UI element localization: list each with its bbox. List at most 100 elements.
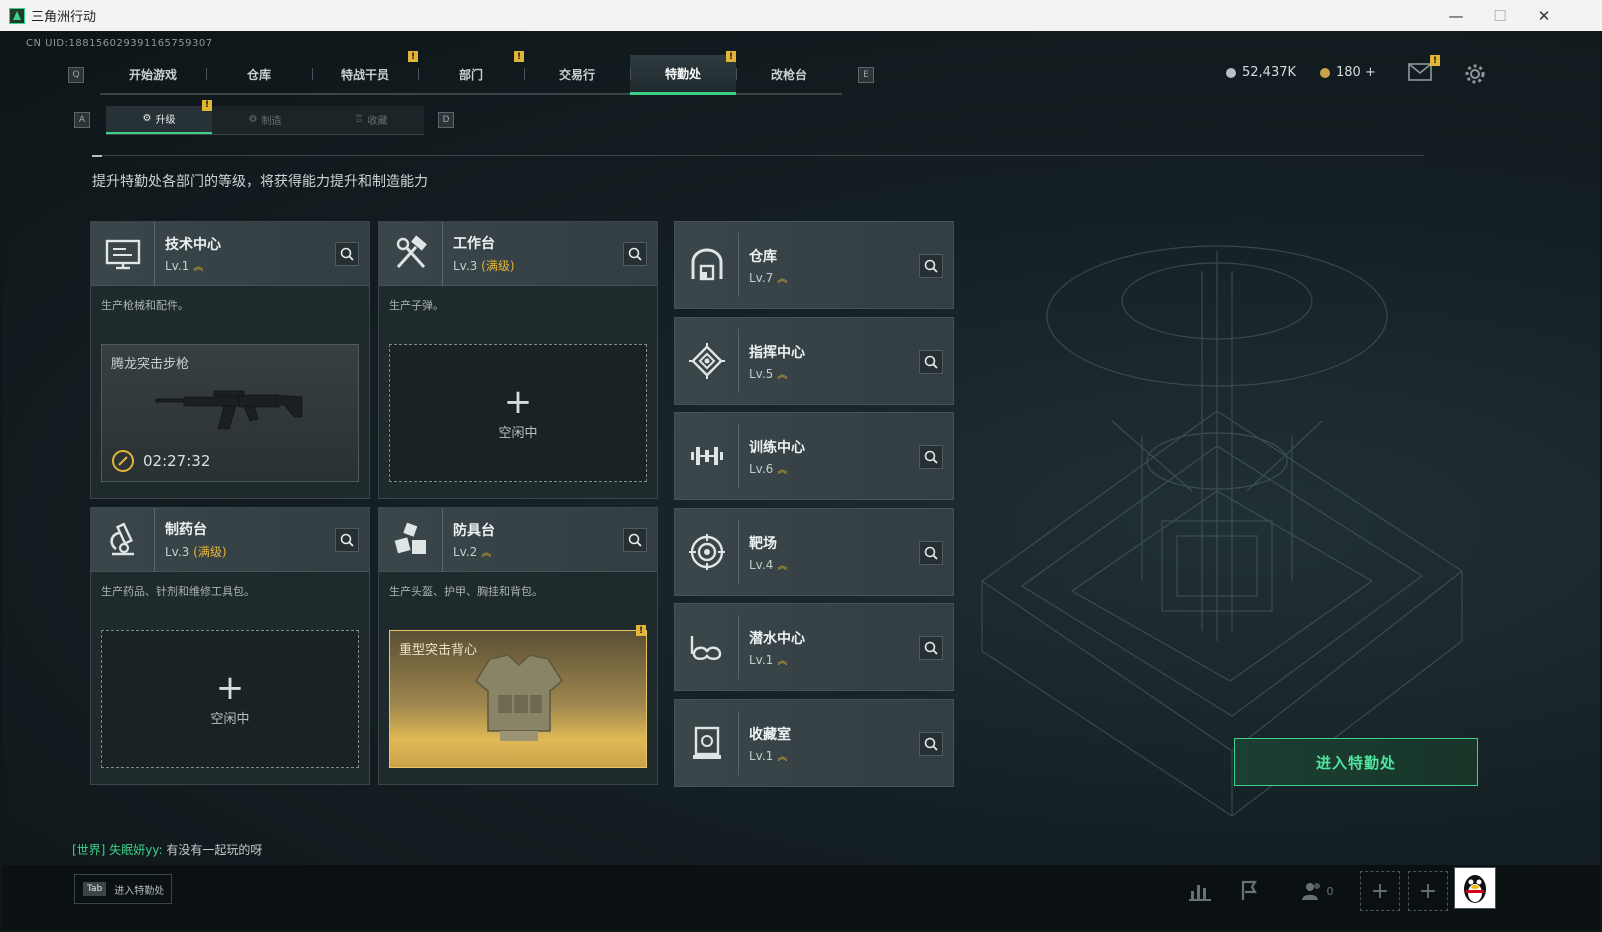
inspect-button[interactable]	[919, 445, 943, 469]
inspect-button[interactable]	[623, 528, 647, 552]
window-title: 三角洲行动	[31, 10, 97, 25]
maximize-button[interactable]: ☐	[1477, 0, 1523, 31]
flag-icon	[1241, 880, 1257, 900]
close-button[interactable]: ✕	[1521, 0, 1567, 31]
production-slot[interactable]: 腾龙突击步枪 02:27:32	[101, 344, 359, 482]
inspect-button[interactable]	[919, 254, 943, 278]
production-slot-empty[interactable]: + 空闲中	[389, 344, 647, 482]
facility-level: Lv.1 ︽	[749, 748, 791, 763]
alert-badge: !	[726, 51, 736, 62]
settings-button[interactable]	[1464, 63, 1486, 85]
upgrade-chevron-icon: ︽	[777, 273, 788, 285]
workshop-desc: 生产头盔、护甲、胸挂和背包。	[389, 585, 543, 598]
base-blueprint-illustration	[980, 245, 1464, 817]
slot-item-name: 腾龙突击步枪	[111, 357, 190, 372]
workshop-level: Lv.2 ︽	[453, 544, 495, 559]
facility-name: 训练中心	[749, 439, 805, 456]
inspect-button[interactable]	[919, 636, 943, 660]
sub-nav-tabs: ⚙ 升级! ⚙ 制造 ♖ 收藏	[106, 99, 424, 135]
facility-level: Lv.4 ︽	[749, 557, 787, 572]
inspect-button[interactable]	[623, 242, 647, 266]
tab-special-ops[interactable]: 特勤处!	[630, 51, 736, 95]
enter-special-ops-button[interactable]: 进入特勤处	[1234, 738, 1478, 786]
workshop-card-armor-bench[interactable]: 防具台 Lv.2 ︽ 生产头盔、护甲、胸挂和背包。 重型突击背心 !	[378, 507, 658, 785]
search-icon	[924, 450, 938, 464]
nav-prev-key: Q	[68, 67, 84, 83]
card-header: 技术中心 Lv.1 ︽	[91, 221, 369, 286]
alert-badge: !	[408, 51, 418, 62]
stats-button[interactable]	[1182, 873, 1218, 909]
window-titlebar: 三角洲行动 — ☐ ✕	[0, 0, 1602, 31]
facility-diving-center[interactable]: 潜水中心 Lv.1 ︽	[674, 603, 954, 691]
inspect-button[interactable]	[919, 350, 943, 374]
tab-gunsmith[interactable]: 改枪台	[736, 55, 842, 93]
mail-button[interactable]: !	[1408, 55, 1440, 81]
production-slot-empty[interactable]: + 空闲中	[101, 630, 359, 768]
plus-icon: +	[1418, 878, 1438, 904]
facility-level: Lv.1 ︽	[749, 652, 805, 667]
upgrade-chevron-icon: ︽	[777, 560, 788, 572]
facility-training-center[interactable]: 训练中心 Lv.6 ︽	[674, 412, 954, 500]
upgrade-chevron-icon: ︽	[481, 548, 492, 559]
subtab-label: 制造	[261, 116, 282, 127]
workshop-desc: 生产子弹。	[389, 299, 444, 312]
qq-penguin-icon	[1464, 875, 1486, 903]
inspect-button[interactable]	[335, 242, 359, 266]
coin-icon	[1226, 67, 1236, 78]
tools-icon	[379, 221, 443, 286]
facility-warehouse[interactable]: 仓库 Lv.7 ︽	[674, 221, 954, 309]
level-value: Lv.2	[453, 545, 478, 559]
level-value: Lv.3	[453, 259, 478, 273]
coin-balance[interactable]: 52,437K	[1226, 65, 1296, 80]
tab-key: Tab	[83, 882, 107, 896]
inspect-button[interactable]	[919, 541, 943, 565]
command-icon	[675, 329, 739, 393]
tab-shortcut-hint[interactable]: Tab 进入特勤处	[74, 874, 172, 904]
chat-text: 有没有一起玩的呀	[166, 843, 263, 857]
team-flag-button[interactable]	[1232, 873, 1268, 909]
facility-level: Lv.5 ︽	[749, 366, 805, 381]
search-icon	[628, 533, 642, 547]
facility-command-center[interactable]: 指挥中心 Lv.5 ︽	[674, 317, 954, 405]
add-slot-button[interactable]: +	[1408, 871, 1448, 911]
tab-warehouse[interactable]: 仓库	[206, 55, 312, 93]
search-icon	[628, 247, 642, 261]
chat-message[interactable]: [世界] 失眠妍yy: 有没有一起玩的呀	[72, 841, 262, 858]
tab-department[interactable]: 部门!	[418, 51, 524, 93]
subtab-craft[interactable]: ⚙ 制造	[212, 106, 318, 134]
workshop-card-tech-center[interactable]: 技术中心 Lv.1 ︽ 生产枪械和配件。 腾龙突击步枪 02:27:32	[90, 221, 370, 499]
add-slot-button[interactable]: +	[1360, 871, 1400, 911]
workshop-name: 制药台	[165, 522, 207, 538]
facility-collection-room[interactable]: 收藏室 Lv.1 ︽	[674, 699, 954, 787]
workshop-card-workbench[interactable]: 工作台 Lv.3 (满级) 生产子弹。 + 空闲中	[378, 221, 658, 499]
friends-button[interactable]: 0	[1294, 873, 1340, 909]
facility-name: 收藏室	[749, 726, 791, 743]
facility-shooting-range[interactable]: 靶场 Lv.4 ︽	[674, 508, 954, 596]
chat-username: 失眠妍yy:	[109, 843, 163, 857]
subtab-collection[interactable]: ♖ 收藏	[318, 106, 424, 134]
minimize-button[interactable]: —	[1433, 0, 1479, 31]
divider-accent	[92, 155, 102, 157]
level-value: Lv.1	[165, 259, 190, 273]
inspect-button[interactable]	[919, 732, 943, 756]
goggles-icon	[675, 615, 739, 679]
tab-operators[interactable]: 特战干员!	[312, 51, 418, 93]
search-icon	[340, 533, 354, 547]
warehouse-icon	[675, 233, 739, 297]
search-icon	[924, 259, 938, 273]
tab-label: 特勤处	[664, 67, 701, 81]
token-balance[interactable]: 180 +	[1320, 65, 1376, 80]
tab-start-game[interactable]: 开始游戏	[100, 55, 206, 93]
alert-badge: !	[202, 99, 212, 111]
inspect-button[interactable]	[335, 528, 359, 552]
tab-market[interactable]: 交易行	[524, 55, 630, 93]
facility-level: Lv.6 ︽	[749, 461, 805, 476]
workshop-card-pharmacy[interactable]: 制药台 Lv.3 (满级) 生产药品、针剂和维修工具包。 + 空闲中	[90, 507, 370, 785]
idle-label: 空闲中	[210, 711, 250, 727]
subtab-upgrade[interactable]: ⚙ 升级!	[106, 99, 212, 134]
microscope-icon	[91, 507, 155, 572]
production-slot-complete[interactable]: 重型突击背心 !	[389, 625, 647, 768]
timer-icon	[112, 450, 134, 472]
coin-amount: 52,437K	[1242, 65, 1297, 80]
avatar[interactable]	[1454, 867, 1496, 909]
